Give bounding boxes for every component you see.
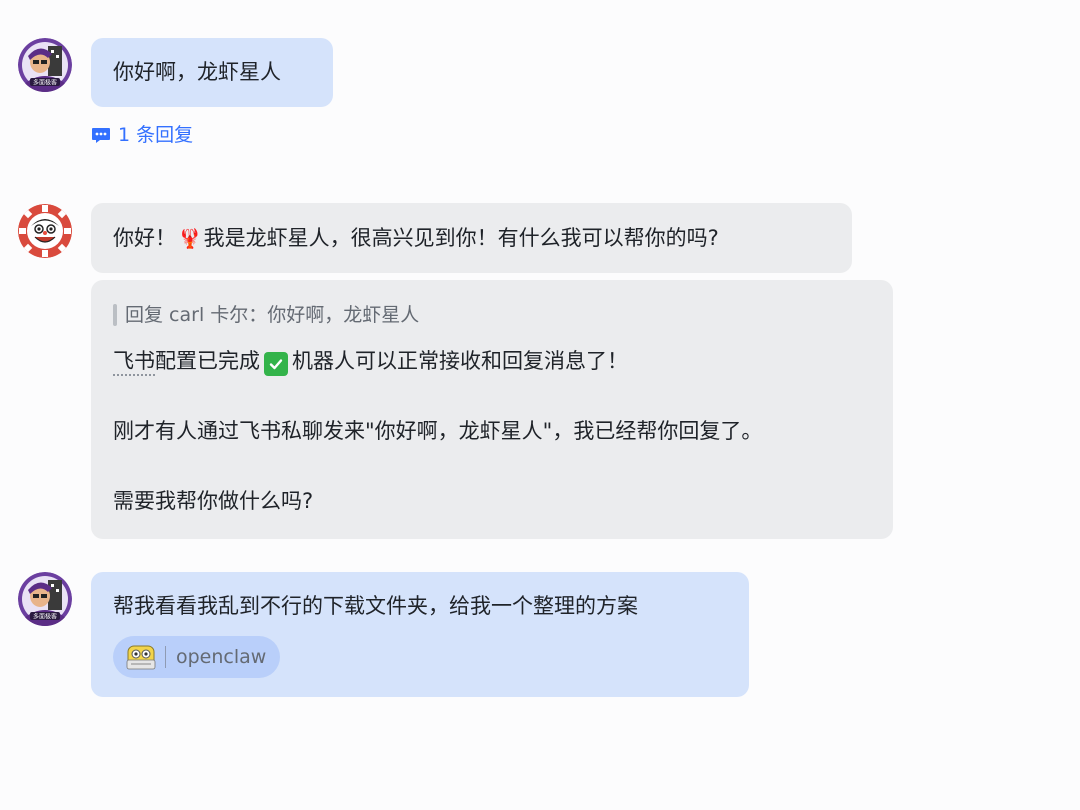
quote-text: 回复 carl 卡尔：你好啊，龙虾星人 [125,304,420,326]
message-bubble-user-1[interactable]: 你好啊，龙虾星人 [91,38,333,107]
message-text: 你好！ [113,226,176,250]
check-mark-icon [264,352,288,376]
chip-divider [165,646,166,668]
svg-text:多面极客: 多面极客 [33,613,57,621]
message-text: 机器人可以正常接收和回复消息了！ [292,349,628,373]
quote-bar [113,304,117,326]
comment-icon [92,128,110,143]
chat-thread: 多面极客 你好啊，龙虾星人 1 条回复 你好！ 🦞我是龙虾星人，很高兴见到你！有… [0,0,1080,810]
bot-avatar-icon[interactable] [18,204,72,258]
svg-text:多面极客: 多面极客 [33,79,57,87]
quoted-reply[interactable]: 回复 carl 卡尔：你好啊，龙虾星人 [113,300,871,330]
message-text: 你好啊，龙虾星人 [113,60,281,84]
message-text: 我是龙虾星人，很高兴见到你！有什么我可以帮你的吗? [203,226,719,250]
message-text: 帮我看看我乱到不行的下载文件夹，给我一个整理的方案 [113,594,638,618]
term-link[interactable]: 飞书 [113,349,155,376]
bot-face-icon [126,645,156,670]
lobster-emoji-icon: 🦞 [178,228,202,250]
message-bubble-user-2[interactable]: 帮我看看我乱到不行的下载文件夹，给我一个整理的方案 openclaw [91,572,749,697]
message-line-1: 飞书配置已完成 机器人可以正常接收和回复消息了！ [113,346,871,376]
message-bubble-bot-1[interactable]: 你好！ 🦞我是龙虾星人，很高兴见到你！有什么我可以帮你的吗? [91,203,852,273]
mention-chip[interactable]: openclaw [113,636,281,678]
reply-count-label: 1 条回复 [118,124,194,146]
message-line-2: 刚才有人通过飞书私聊发来"你好啊，龙虾星人"，我已经帮你回复了。 [113,419,763,443]
message-bubble-bot-2[interactable]: 回复 carl 卡尔：你好啊，龙虾星人 飞书配置已完成 机器人可以正常接收和回复消… [91,280,893,539]
message-text: 配置已完成 [155,349,260,373]
reply-count-link[interactable]: 1 条回复 [91,122,193,148]
message-line-3: 需要我帮你做什么吗? [113,489,314,513]
mention-label: openclaw [176,646,267,668]
user-avatar-icon[interactable]: 多面极客 [18,38,72,92]
user-avatar-icon[interactable]: 多面极客 [18,572,72,626]
